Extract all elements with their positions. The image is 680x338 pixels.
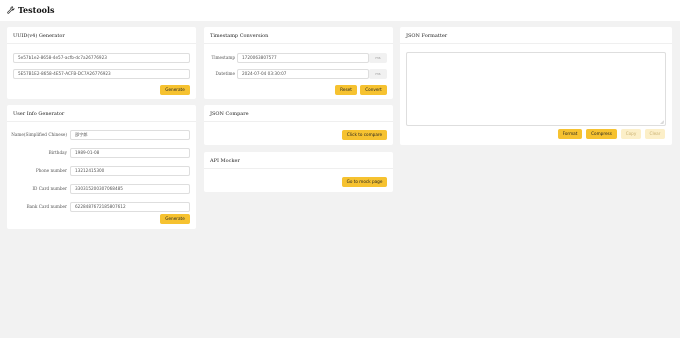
format-button[interactable]: Format bbox=[558, 129, 582, 139]
app-header: Testools bbox=[0, 0, 680, 21]
user-generate-button[interactable]: Generate bbox=[160, 214, 190, 224]
api-mocker-card: API Mocker Go to mock page bbox=[204, 152, 393, 192]
app-logo[interactable]: Testools bbox=[7, 5, 55, 15]
api-mocker-button[interactable]: Go to mock page bbox=[342, 177, 387, 187]
card-title: JSON Formatter bbox=[406, 33, 448, 39]
timestamp-unit: ms bbox=[369, 53, 387, 63]
id-card-field[interactable]: 330315200307068485 bbox=[70, 184, 190, 194]
clear-button[interactable]: Clear bbox=[645, 129, 665, 139]
copy-button[interactable]: Copy bbox=[621, 129, 641, 139]
uuid-uppercase-field[interactable]: 5E57B1E2-8658-4E57-ACFB-DC7A26776923 bbox=[13, 69, 190, 79]
divider bbox=[7, 43, 196, 44]
divider bbox=[204, 168, 393, 169]
datetime-input[interactable]: 2024-07-04 03:30:07 bbox=[237, 69, 369, 79]
tools-icon bbox=[7, 6, 15, 14]
user-info-generator-card: User Info Generator Name(Simplified Chin… bbox=[7, 105, 196, 229]
datetime-unit: ms bbox=[369, 69, 387, 79]
phone-field[interactable]: 13212415300 bbox=[70, 166, 190, 176]
datetime-label: Datetime bbox=[215, 71, 236, 76]
bank-card-label: Bank Card number bbox=[26, 204, 67, 209]
birthday-field[interactable]: 1989-01-08 bbox=[70, 148, 190, 158]
bank-card-field[interactable]: 6228487672185807612 bbox=[70, 202, 190, 212]
resize-handle-icon[interactable] bbox=[660, 120, 664, 124]
convert-button[interactable]: Convert bbox=[360, 85, 387, 95]
divider bbox=[204, 43, 393, 44]
divider bbox=[7, 121, 196, 122]
name-field[interactable]: 邵宁郎 bbox=[70, 130, 190, 140]
phone-label: Phone number bbox=[35, 168, 67, 173]
uuid-generator-card: UUID(v4) Generator 5e57b1e2-8658-4e57-ac… bbox=[7, 27, 196, 99]
divider bbox=[204, 121, 393, 122]
birthday-label: Birthday bbox=[48, 150, 67, 155]
reset-button[interactable]: Reset bbox=[335, 85, 357, 95]
name-label: Name(Simplified Chinese) bbox=[11, 132, 67, 137]
json-compare-card: JSON Compare Click to compare bbox=[204, 105, 393, 145]
card-title: API Mocker bbox=[210, 158, 240, 164]
card-title: Timestamp Conversion bbox=[210, 33, 269, 39]
timestamp-conversion-card: Timestamp Conversion Timestamp 172006380… bbox=[204, 27, 393, 99]
json-formatter-card: JSON Formatter Format Compress Copy Clea… bbox=[400, 27, 672, 145]
timestamp-label: Timestamp bbox=[211, 55, 235, 60]
card-title: User Info Generator bbox=[13, 111, 65, 117]
timestamp-input[interactable]: 1720063807577 bbox=[237, 53, 369, 63]
uuid-lowercase-field[interactable]: 5e57b1e2-8658-4e57-acfb-dc7a26776923 bbox=[13, 53, 190, 63]
card-title: UUID(v4) Generator bbox=[13, 33, 65, 39]
divider bbox=[400, 43, 672, 44]
app-title: Testools bbox=[18, 5, 55, 15]
card-title: JSON Compare bbox=[210, 111, 249, 117]
json-compare-button[interactable]: Click to compare bbox=[342, 130, 387, 140]
compress-button[interactable]: Compress bbox=[586, 129, 617, 139]
json-input-textarea[interactable] bbox=[406, 52, 666, 126]
uuid-generate-button[interactable]: Generate bbox=[160, 85, 190, 95]
id-card-label: ID Card number bbox=[32, 186, 67, 191]
